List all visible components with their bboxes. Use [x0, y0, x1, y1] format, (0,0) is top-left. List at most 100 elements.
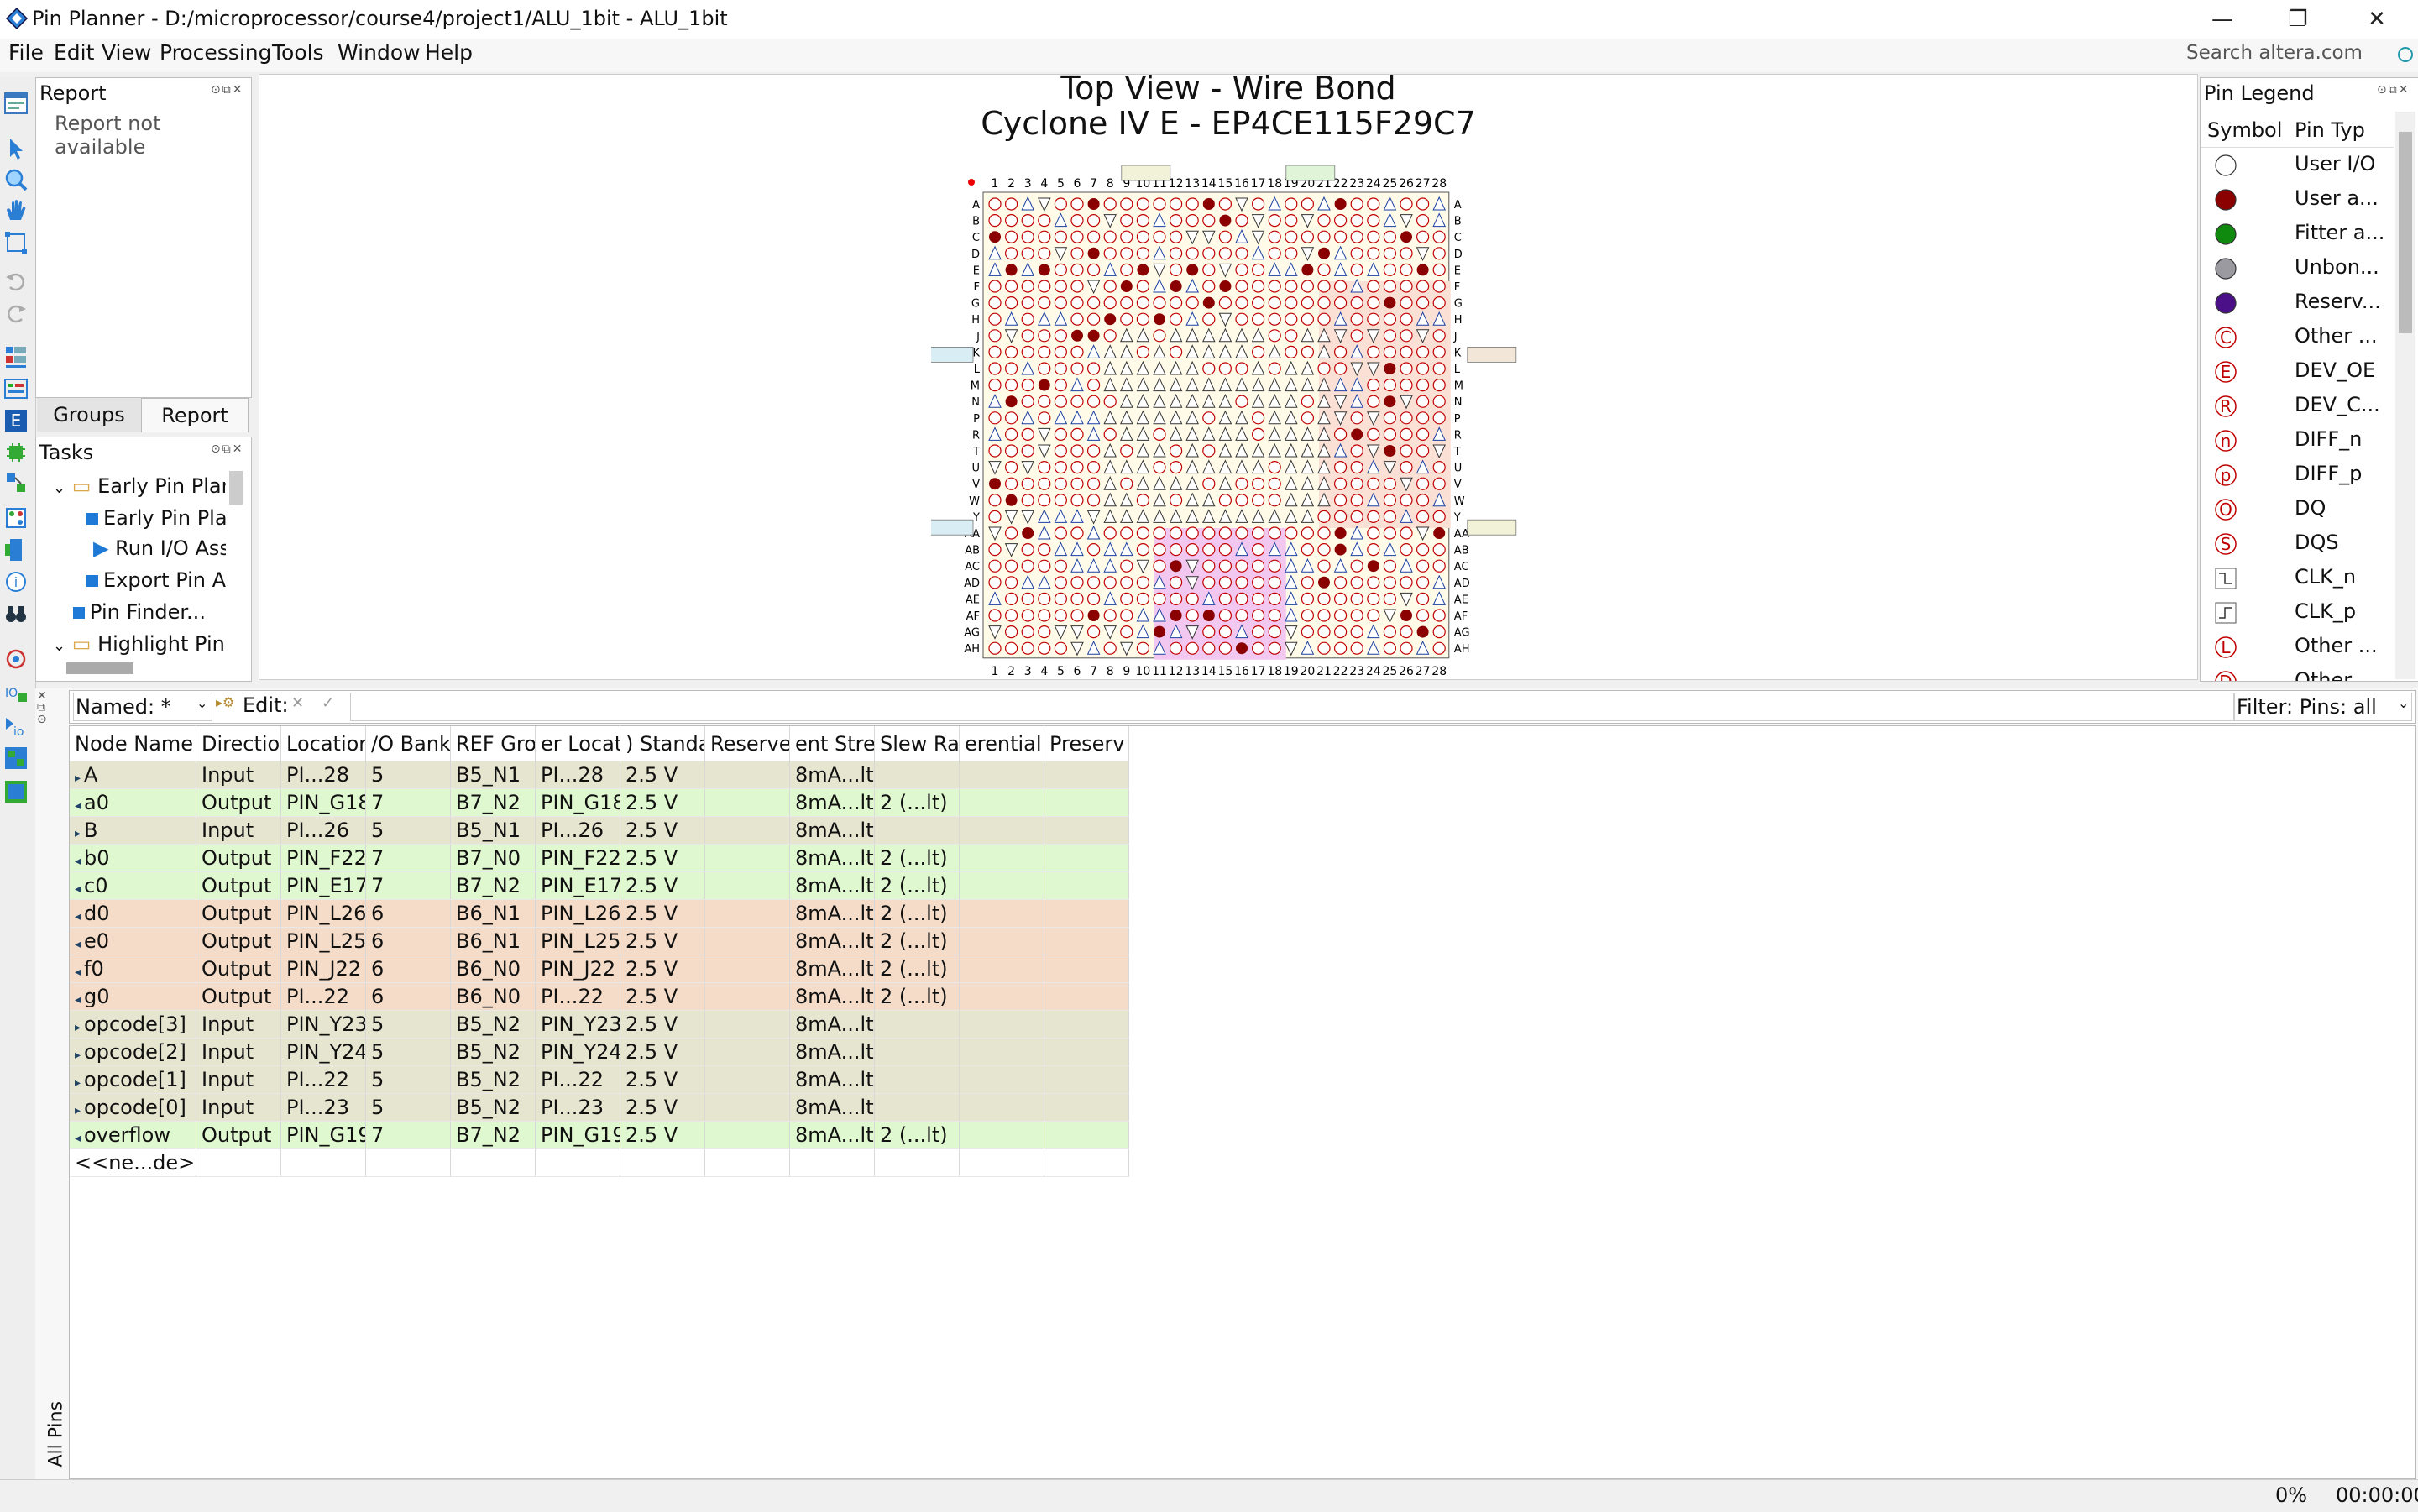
table-cell[interactable]: 8mA...lt): [789, 1065, 875, 1094]
table-cell[interactable]: PI...22: [280, 982, 366, 1011]
table-cell[interactable]: B7_N2: [450, 788, 536, 817]
info-icon[interactable]: i: [3, 569, 29, 594]
table-cell[interactable]: PI...23: [280, 1093, 366, 1122]
table-cell[interactable]: 7: [365, 871, 451, 900]
table-cell[interactable]: PI...23: [535, 1093, 620, 1122]
tab-all-pins[interactable]: All Pins: [37, 1377, 71, 1478]
table-cell[interactable]: [874, 1065, 960, 1094]
table-cell[interactable]: B6_N0: [450, 982, 536, 1011]
table-cell[interactable]: [704, 844, 790, 872]
menu-processing[interactable]: Processing: [160, 40, 272, 65]
table-cell[interactable]: [704, 1093, 790, 1122]
table-cell[interactable]: 5: [365, 1038, 451, 1066]
table-cell[interactable]: [1044, 1065, 1129, 1094]
table-cell[interactable]: B6_N0: [450, 955, 536, 983]
table-row[interactable]: ◂ overflow Output PIN_G19 7 B7_N2 PIN_G19 2.5 V…: [70, 1121, 1129, 1149]
menu-tools[interactable]: Tools: [272, 40, 324, 65]
table-cell[interactable]: 6: [365, 955, 451, 983]
table-cell[interactable]: Input: [196, 1038, 281, 1066]
pin-grid[interactable]: 1122334455667788991010111112121313141415…: [931, 165, 1519, 678]
node-name-cell[interactable]: ▸ opcode[3]: [70, 1010, 196, 1039]
table-cell[interactable]: B5_N2: [450, 1038, 536, 1066]
table-cell[interactable]: B5_N2: [450, 1093, 536, 1122]
table-cell[interactable]: B7_N2: [450, 871, 536, 900]
task-item-early-pin-planning[interactable]: ⌄ ▭ Early Pin Plann: [53, 474, 226, 498]
column-header[interactable]: erential: [959, 726, 1044, 761]
zoom-icon[interactable]: [3, 168, 29, 193]
table-cell[interactable]: [959, 1148, 1044, 1177]
pins-filter-combo[interactable]: Filter: Pins: all ⌄: [2234, 693, 2412, 721]
new-node-cell[interactable]: <<ne...de>>: [70, 1148, 196, 1177]
table-cell[interactable]: [1044, 1121, 1129, 1149]
menu-file[interactable]: File: [8, 40, 44, 65]
table-cell[interactable]: [535, 1148, 620, 1177]
table-cell[interactable]: 8mA...lt): [789, 816, 875, 845]
table-cell[interactable]: PIN_J22: [535, 955, 620, 983]
menu-help[interactable]: Help: [425, 40, 473, 65]
table-cell[interactable]: 2.5 V: [620, 844, 705, 872]
table-cell[interactable]: 2 (...lt): [874, 871, 960, 900]
tasks-vertical-scrollbar[interactable]: [229, 471, 243, 505]
column-header[interactable]: ent Stre: [789, 726, 875, 761]
table-cell[interactable]: 2 (...lt): [874, 788, 960, 817]
table-row[interactable]: ▸ opcode[2] Input PIN_Y24 5 B5_N2 PIN_Y24 2.5 V…: [70, 1038, 1129, 1066]
table-cell[interactable]: PIN_G18: [280, 788, 366, 817]
named-filter-combo[interactable]: Named: * ⌄: [73, 693, 212, 721]
table-cell[interactable]: [704, 899, 790, 928]
table-cell[interactable]: PIN_F22: [280, 844, 366, 872]
pin-migration-icon[interactable]: [3, 646, 29, 672]
table-cell[interactable]: B5_N2: [450, 1010, 536, 1039]
accept-edit-icon[interactable]: ✓: [322, 694, 334, 712]
column-header[interactable]: er Locat: [535, 726, 620, 761]
table-cell[interactable]: 8mA...lt): [789, 955, 875, 983]
table-cell[interactable]: [959, 816, 1044, 845]
column-header[interactable]: Slew Rat: [874, 726, 960, 761]
table-cell[interactable]: PIN_Y23: [535, 1010, 620, 1039]
io-timing-icon[interactable]: IO: [3, 680, 29, 705]
tab-report[interactable]: Report: [141, 398, 249, 432]
table-cell[interactable]: 8mA...lt): [789, 761, 875, 789]
table-cell[interactable]: B6_N1: [450, 927, 536, 955]
table-cell[interactable]: 2 (...lt): [874, 955, 960, 983]
table-row[interactable]: ◂ b0 Output PIN_F22 7 B7_N0 PIN_F22 2.5 V 8mA...…: [70, 844, 1129, 872]
column-header[interactable]: ) Standa: [620, 726, 705, 761]
table-cell[interactable]: 2.5 V: [620, 1093, 705, 1122]
menu-edit[interactable]: Edit: [54, 40, 94, 65]
table-cell[interactable]: [1044, 982, 1129, 1011]
table-cell[interactable]: [959, 1010, 1044, 1039]
table-cell[interactable]: Input: [196, 1093, 281, 1122]
table-cell[interactable]: B6_N1: [450, 899, 536, 928]
node-name-cell[interactable]: ◂ b0: [70, 844, 196, 872]
table-cell[interactable]: Output: [196, 982, 281, 1011]
binoculars-icon[interactable]: [3, 601, 29, 626]
table-cell[interactable]: 2.5 V: [620, 871, 705, 900]
table-cell[interactable]: 2 (...lt): [874, 844, 960, 872]
fit-selection-icon[interactable]: [3, 230, 29, 255]
table-cell[interactable]: [1044, 844, 1129, 872]
table-cell[interactable]: PIN_L26: [535, 899, 620, 928]
package-view-icon[interactable]: [3, 537, 29, 562]
close-button[interactable]: ✕: [2339, 0, 2415, 39]
table-cell[interactable]: 8mA...lt): [789, 927, 875, 955]
table-cell[interactable]: [959, 1038, 1044, 1066]
table-cell[interactable]: [1044, 1038, 1129, 1066]
table-row[interactable]: ◂ d0 Output PIN_L26 6 B6_N1 PIN_L26 2.5 V 8mA...…: [70, 899, 1129, 928]
cancel-edit-icon[interactable]: ✕: [291, 694, 304, 712]
tasks-horizontal-scrollbar[interactable]: [66, 662, 133, 674]
table-cell[interactable]: [959, 844, 1044, 872]
table-cell[interactable]: Input: [196, 816, 281, 845]
table-row[interactable]: ▸ opcode[1] Input PI...22 5 B5_N2 PI...22 2.5 V…: [70, 1065, 1129, 1094]
node-name-cell[interactable]: ▸ opcode[2]: [70, 1038, 196, 1066]
table-cell[interactable]: Input: [196, 1010, 281, 1039]
table-cell[interactable]: PIN_L25: [535, 927, 620, 955]
table-cell[interactable]: 6: [365, 982, 451, 1011]
table-cell[interactable]: 6: [365, 927, 451, 955]
table-cell[interactable]: 2.5 V: [620, 927, 705, 955]
table-cell[interactable]: [704, 1010, 790, 1039]
table-row[interactable]: ▸ A Input PI...28 5 B5_N1 PI...28 2.5 V 8mA...lt…: [70, 761, 1129, 789]
table-cell[interactable]: [959, 761, 1044, 789]
table-cell[interactable]: 8mA...lt): [789, 788, 875, 817]
table-cell[interactable]: [1044, 761, 1129, 789]
node-name-cell[interactable]: ◂ e0: [70, 927, 196, 955]
table-cell[interactable]: PIN_L25: [280, 927, 366, 955]
